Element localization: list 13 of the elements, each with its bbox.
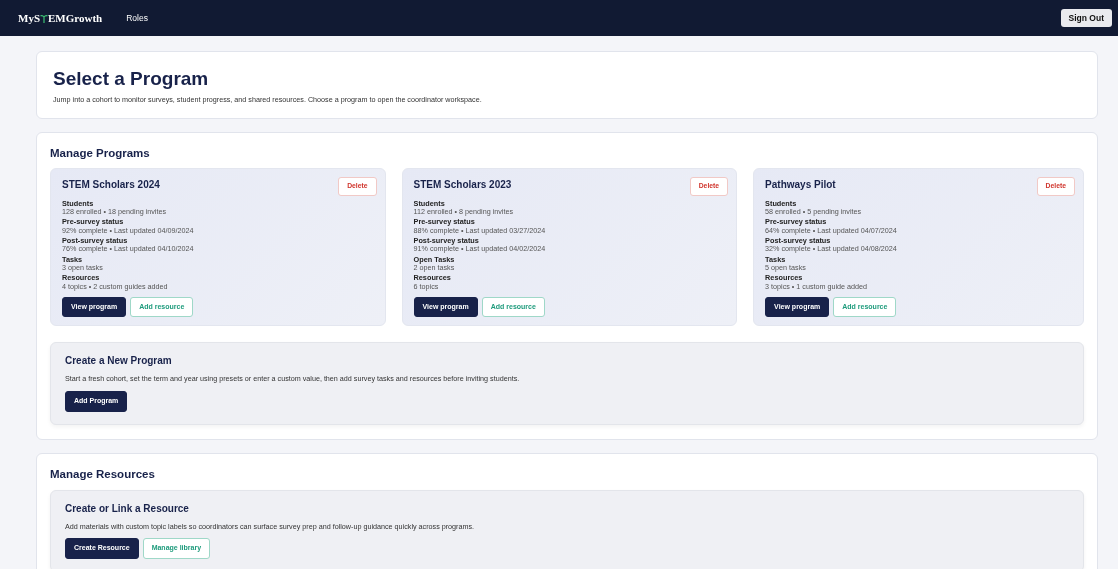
section-title: Manage Programs [50,146,151,161]
program-title: STEM Scholars 2024 [62,178,160,193]
page-title: Select a Program [53,68,210,91]
nav-link[interactable]: Roles [126,11,148,25]
sign-out-button[interactable]: Sign Out [1060,8,1112,28]
card-title: Create a New Program [65,354,173,369]
brand-text: EMGrowth [48,10,103,26]
sprout-icon [40,13,48,23]
card-title: Create or Link a Resource [65,501,190,516]
program-title: Pathways Pilot [765,178,836,193]
brand-text: MyS [18,10,40,26]
program-title: STEM Scholars 2023 [413,178,512,193]
section-title: Manage Resources [50,467,156,482]
